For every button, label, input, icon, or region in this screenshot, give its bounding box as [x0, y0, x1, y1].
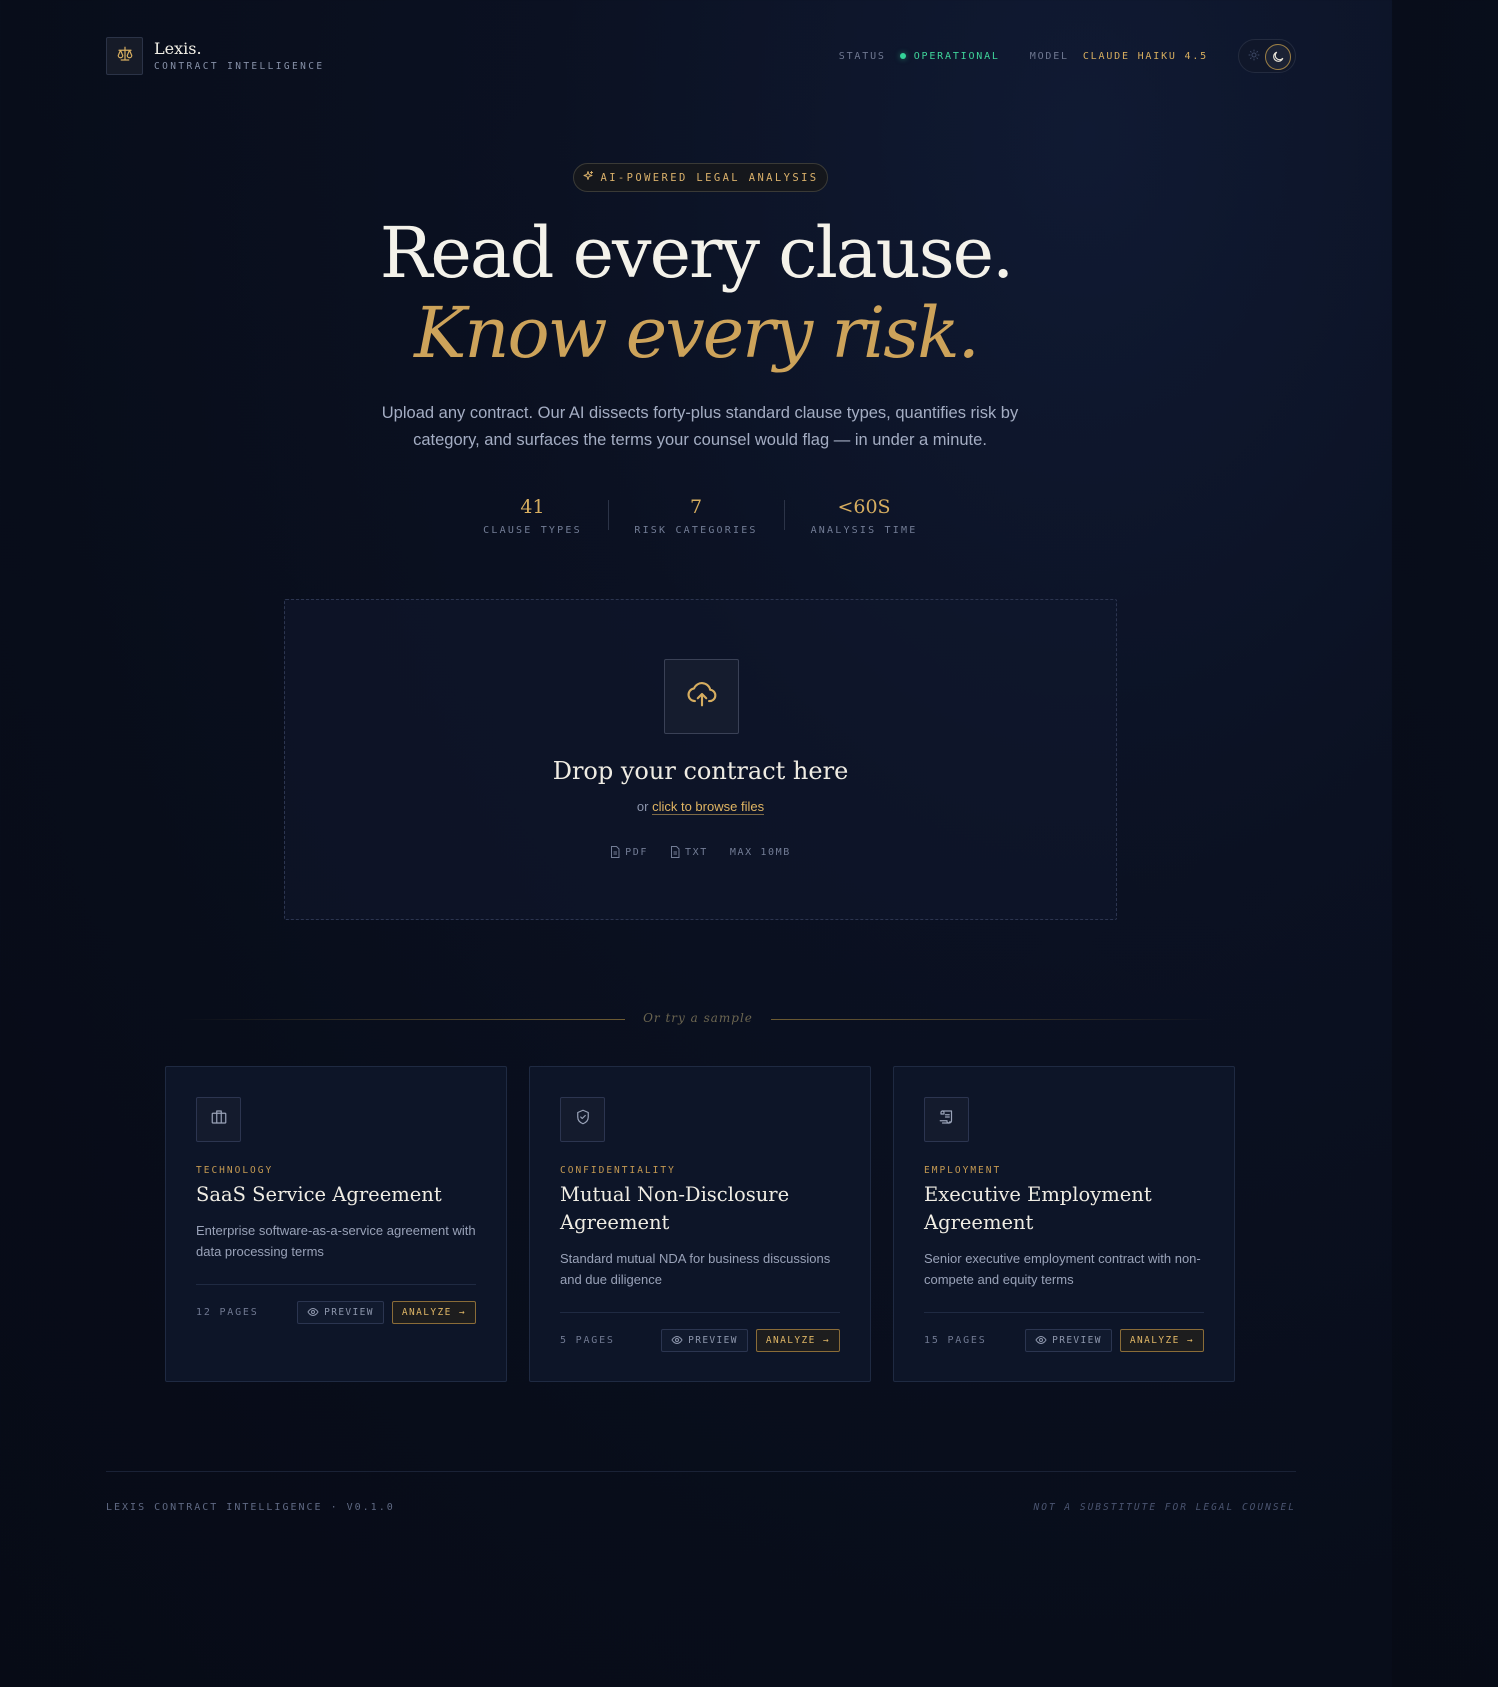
- hero-headline-2: Know every risk.: [414, 292, 980, 374]
- preview-label: PREVIEW: [1052, 1334, 1102, 1346]
- analyze-button[interactable]: ANALYZE →: [391, 1300, 476, 1324]
- samples-divider-text: Or try a sample: [643, 1011, 753, 1025]
- card-divider: [196, 1284, 476, 1285]
- stat-divider: [784, 500, 785, 530]
- card-footer: 12 PAGES PREVIEW ANALYZE →: [196, 1300, 476, 1324]
- hero-badge: AI-POWERED LEGAL ANALYSIS: [573, 163, 828, 192]
- model-label: MODEL: [1029, 50, 1069, 62]
- accepted-formats: PDF TXT MAX 10MB: [285, 846, 1116, 858]
- brand-name: Lexis.: [154, 39, 202, 58]
- format-pdf: PDF: [610, 846, 648, 858]
- card-category: TECHNOLOGY: [196, 1165, 274, 1176]
- status-label: STATUS: [838, 50, 886, 62]
- brand[interactable]: Lexis. CONTRACT INTELLIGENCE: [106, 37, 325, 75]
- eye-icon: [307, 1307, 319, 1317]
- scales-icon: [116, 45, 134, 68]
- format-label: TXT: [685, 846, 708, 858]
- stat-risk-categories: 7 RISK CATEGORIES: [630, 492, 762, 536]
- model-value: CLAUDE HAIKU 4.5: [1082, 50, 1208, 62]
- footer-version: LEXIS CONTRACT INTELLIGENCE · V0.1.0: [106, 1502, 395, 1513]
- status-bar: STATUS OPERATIONAL MODEL CLAUDE HAIKU 4.…: [839, 37, 1296, 75]
- preview-button[interactable]: PREVIEW: [297, 1300, 384, 1324]
- stat-label: CLAUSE TYPES: [483, 525, 582, 536]
- preview-label: PREVIEW: [324, 1306, 374, 1318]
- top-header: Lexis. CONTRACT INTELLIGENCE STATUS OPER…: [106, 37, 1296, 75]
- samples-divider: Or try a sample: [180, 1011, 1216, 1027]
- status-dot-icon: [899, 53, 906, 59]
- stat-label: RISK CATEGORIES: [634, 525, 758, 536]
- analyze-button[interactable]: ANALYZE →: [1119, 1328, 1204, 1352]
- dropzone-or: or: [636, 799, 649, 814]
- hero-badge-text: AI-POWERED LEGAL ANALYSIS: [600, 171, 819, 184]
- sun-icon[interactable]: [1248, 49, 1260, 64]
- format-txt: TXT: [670, 846, 708, 858]
- upload-icon-box: [664, 659, 739, 734]
- sparkle-icon: [582, 169, 594, 187]
- stat-clause-types: 41 CLAUSE TYPES: [480, 492, 585, 536]
- eye-icon: [1035, 1335, 1047, 1345]
- hero-lead: Upload any contract. Our AI dissects for…: [381, 404, 1019, 449]
- analyze-button[interactable]: ANALYZE →: [755, 1328, 840, 1352]
- max-size: MAX 10MB: [729, 846, 791, 858]
- card-footer: 15 PAGES PREVIEW ANALYZE →: [924, 1328, 1204, 1352]
- upload-dropzone[interactable]: Drop your contract here or click to brow…: [284, 599, 1117, 920]
- status-value: OPERATIONAL: [913, 50, 1000, 62]
- cloud-upload-icon: [685, 677, 719, 716]
- stats-row: 41 CLAUSE TYPES 7 RISK CATEGORIES <60S A…: [0, 492, 1392, 542]
- sample-card-nda[interactable]: CONFIDENTIALITY Mutual Non-Disclosure Ag…: [529, 1066, 871, 1382]
- card-pages: 5 PAGES: [560, 1334, 615, 1346]
- briefcase-icon: [210, 1108, 228, 1131]
- format-label: PDF: [625, 846, 649, 858]
- card-pages: 15 PAGES: [924, 1334, 987, 1346]
- card-title: Mutual Non-Disclosure Agreement: [560, 1183, 790, 1234]
- stat-label: ANALYSIS TIME: [810, 525, 918, 536]
- browse-files-link[interactable]: click to browse files: [652, 799, 765, 815]
- preview-button[interactable]: PREVIEW: [661, 1328, 748, 1352]
- preview-button[interactable]: PREVIEW: [1025, 1328, 1112, 1352]
- preview-label: PREVIEW: [688, 1334, 738, 1346]
- stat-divider: [608, 500, 609, 530]
- card-description: Senior executive employment contract wit…: [924, 1251, 1201, 1287]
- card-description: Enterprise software-as-a-service agreeme…: [196, 1223, 476, 1259]
- stat-value: 7: [689, 496, 703, 518]
- dropzone-title: Drop your contract here: [552, 757, 849, 785]
- scroll-icon: [938, 1108, 956, 1131]
- moon-icon[interactable]: [1265, 44, 1291, 70]
- brand-subtitle: CONTRACT INTELLIGENCE: [154, 61, 325, 72]
- sample-card-saas[interactable]: TECHNOLOGY SaaS Service Agreement Enterp…: [165, 1066, 507, 1382]
- stat-value: 41: [520, 496, 545, 518]
- stat-analysis-time: <60S ANALYSIS TIME: [808, 492, 920, 536]
- theme-toggle[interactable]: [1238, 39, 1296, 73]
- dropzone-subtext: or click to browse files: [285, 799, 1116, 815]
- card-divider: [560, 1312, 840, 1313]
- hero-headline-1: Read every clause.: [379, 212, 1015, 294]
- eye-icon: [671, 1335, 683, 1345]
- card-icon-box: [924, 1097, 969, 1142]
- card-icon-box: [560, 1097, 605, 1142]
- stat-value: <60S: [837, 496, 891, 518]
- sample-card-employment[interactable]: EMPLOYMENT Executive Employment Agreemen…: [893, 1066, 1235, 1382]
- file-icon: [611, 846, 620, 858]
- footer-divider: [106, 1471, 1296, 1472]
- logo: [106, 37, 143, 75]
- file-icon: [671, 846, 680, 858]
- card-pages: 12 PAGES: [196, 1306, 259, 1318]
- shield-icon: [574, 1108, 592, 1131]
- card-divider: [924, 1312, 1204, 1313]
- card-footer: 5 PAGES PREVIEW ANALYZE →: [560, 1328, 840, 1352]
- card-title: Executive Employment Agreement: [924, 1183, 1152, 1234]
- footer-disclaimer: NOT A SUBSTITUTE FOR LEGAL COUNSEL: [1033, 1502, 1296, 1513]
- card-icon-box: [196, 1097, 241, 1142]
- card-description: Standard mutual NDA for business discuss…: [560, 1251, 831, 1287]
- card-category: EMPLOYMENT: [924, 1165, 1002, 1176]
- card-category: CONFIDENTIALITY: [560, 1165, 676, 1176]
- card-title: SaaS Service Agreement: [196, 1183, 442, 1206]
